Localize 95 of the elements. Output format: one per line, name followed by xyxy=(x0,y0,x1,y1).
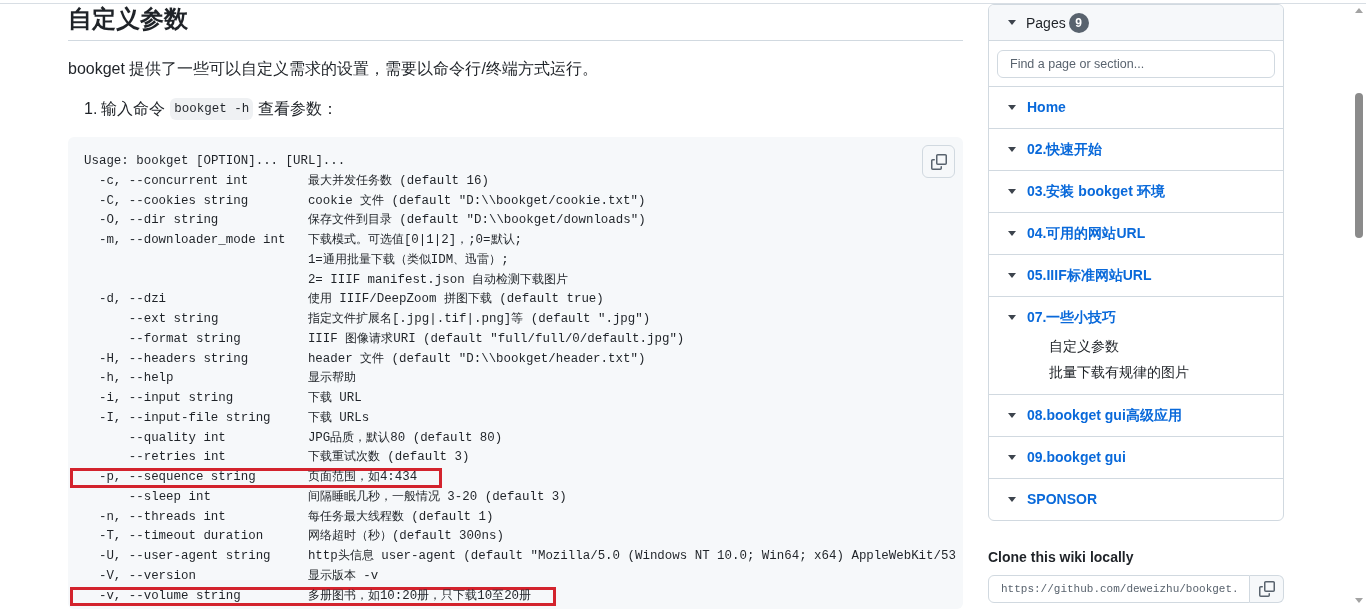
option-description: 显示版本 -v xyxy=(307,569,379,584)
usage-text: Usage: bookget [OPTION]... [URL]... xyxy=(84,155,346,169)
option-description: 下载重试次数 (default 3) xyxy=(307,451,470,465)
option-description: IIIF 图像请求URI (default "full/full/0/default.jpg") xyxy=(307,332,685,347)
caret-icon[interactable] xyxy=(1008,315,1016,320)
short-option: -I, xyxy=(98,411,129,426)
short-option: -n, xyxy=(98,510,129,525)
option-description: JPG品质，默认80 (default 80) xyxy=(307,431,503,446)
long-option: --sequence string xyxy=(128,471,308,485)
page-link[interactable]: 05.IIIF标准网站URL xyxy=(1027,264,1152,287)
long-option: --help xyxy=(128,372,308,386)
long-option: --dzi xyxy=(128,293,308,307)
long-option: --input string xyxy=(128,392,308,406)
long-option: --headers string xyxy=(128,352,308,367)
option-description: 每任务最大线程数 (default 1) xyxy=(307,510,494,525)
caret-icon[interactable] xyxy=(1008,147,1016,152)
copy-button[interactable] xyxy=(1250,575,1284,603)
caret-icon[interactable] xyxy=(1008,497,1016,502)
inline-code: bookget -h xyxy=(170,98,254,120)
long-option: --quality int xyxy=(128,431,308,446)
caret-icon[interactable] xyxy=(1008,455,1016,460)
short-option: -H, xyxy=(98,352,129,367)
option-description: 使用 IIIF/DeepZoom 拼图下载 (default true) xyxy=(307,293,604,307)
short-option: -V, xyxy=(98,569,129,584)
list-number: 1. xyxy=(84,99,98,119)
page-heading: 自定义参数 xyxy=(68,4,963,41)
short-option: -d, xyxy=(98,293,129,307)
step-text: 输入命令 xyxy=(101,99,166,119)
page-link[interactable]: Home xyxy=(1027,96,1066,119)
option-description: 最大并发任务数 (default 16) xyxy=(307,174,489,189)
option-description: 保存文件到目录 (default "D:\\bookget/downloads") xyxy=(307,214,646,228)
scrollbar-thumb[interactable] xyxy=(1355,93,1363,238)
option-description: 页面范围，如4:434 xyxy=(307,471,418,485)
long-option: --sleep int xyxy=(128,490,308,505)
option-description: 2= IIIF manifest.json 自动检测下载图片 xyxy=(307,273,569,288)
search-field[interactable]: Find a page or section... xyxy=(997,50,1275,78)
option-description: 下载 URL xyxy=(307,392,362,406)
option-description: 多册图书，如10:20册，只下载10至20册 xyxy=(307,589,532,604)
copy-icon xyxy=(930,153,947,170)
pages-title: Pages xyxy=(1026,14,1066,31)
caret-icon[interactable] xyxy=(1008,413,1016,418)
caret-icon[interactable] xyxy=(1008,231,1016,236)
short-option: -c, xyxy=(98,174,129,189)
page-link[interactable]: 07.一些小技巧 xyxy=(1027,306,1117,329)
caret-icon[interactable] xyxy=(1008,20,1016,25)
short-option: -O, xyxy=(98,214,129,228)
option-description: 下载 URLs xyxy=(307,411,370,426)
page-link[interactable]: 09.bookget gui xyxy=(1027,446,1126,469)
long-option: --input-file string xyxy=(128,411,308,426)
option-description: 显示帮助 xyxy=(307,372,356,386)
page-link[interactable]: 02.快速开始 xyxy=(1027,138,1103,161)
option-description: 间隔睡眠几秒，一般情况 3-20 (default 3) xyxy=(307,490,567,505)
short-option: -v, xyxy=(98,589,129,604)
clone-url-field[interactable]: https://github.com/deweizhu/bookget. xyxy=(988,575,1250,603)
short-option: -U, xyxy=(98,550,129,564)
option-description: cookie 文件 (default "D:\\bookget/cookie.txt") xyxy=(307,194,646,209)
option-description: 网络超时（秒）(default 300ns) xyxy=(307,530,504,544)
step-text: 查看参数： xyxy=(258,99,339,119)
copy-icon xyxy=(1258,581,1275,597)
long-option: --format string xyxy=(128,332,308,347)
long-option: --dir string xyxy=(128,214,308,228)
caret-icon[interactable] xyxy=(1008,105,1016,110)
short-option: -p, xyxy=(98,471,129,485)
long-option: --timeout duration xyxy=(128,530,308,544)
long-option: --threads int xyxy=(128,510,308,525)
clone-title: Clone this wiki locally xyxy=(988,548,1134,567)
page-link[interactable]: 08.bookget gui高级应用 xyxy=(1027,404,1182,427)
intro-paragraph: bookget 提供了一些可以自定义需求的设置，需要以命令行/终端方式运行。 xyxy=(68,59,599,79)
option-description: 指定文件扩展名[.jpg|.tif|.png]等 (default ".jpg") xyxy=(307,313,651,327)
short-option: -T, xyxy=(98,530,129,544)
short-option: -i, xyxy=(98,392,129,406)
long-option: --ext string xyxy=(128,313,308,327)
subpage-link[interactable]: 批量下载有规律的图片 xyxy=(1049,359,1189,385)
short-option: -h, xyxy=(98,372,129,386)
long-option: --retries int xyxy=(128,451,308,465)
long-option: --concurrent int xyxy=(128,174,308,189)
page-link[interactable]: 03.安装 bookget 环境 xyxy=(1027,180,1165,203)
count-badge: 9 xyxy=(1068,12,1089,33)
long-option: --downloader_mode int xyxy=(128,234,308,248)
short-option: -m, xyxy=(98,234,129,248)
copy-button[interactable] xyxy=(922,145,955,178)
caret-icon[interactable] xyxy=(1008,189,1016,194)
option-description: 1=通用批量下载（类似IDM、迅雷）; xyxy=(307,253,509,268)
option-description: http头信息 user-agent (default "Mozilla/5.0 (Windows NT 10.0; Win64; x64) AppleWebKit/53 xyxy=(307,550,956,564)
page-link[interactable]: 04.可用的网站URL xyxy=(1027,222,1146,245)
option-description: header 文件 (default "D:\\bookget/header.txt") xyxy=(307,352,646,367)
subpage-link[interactable]: 自定义参数 xyxy=(1049,333,1119,359)
long-option: --user-agent string xyxy=(128,550,308,564)
option-description: 下载模式。可选值[0|1|2]，;0=默认; xyxy=(307,234,522,248)
short-option: -C, xyxy=(98,194,129,209)
long-option: --volume string xyxy=(128,589,308,604)
caret-icon[interactable] xyxy=(1008,273,1016,278)
long-option: --cookies string xyxy=(128,194,308,209)
page-link[interactable]: SPONSOR xyxy=(1027,488,1097,511)
long-option: --version xyxy=(128,569,308,584)
